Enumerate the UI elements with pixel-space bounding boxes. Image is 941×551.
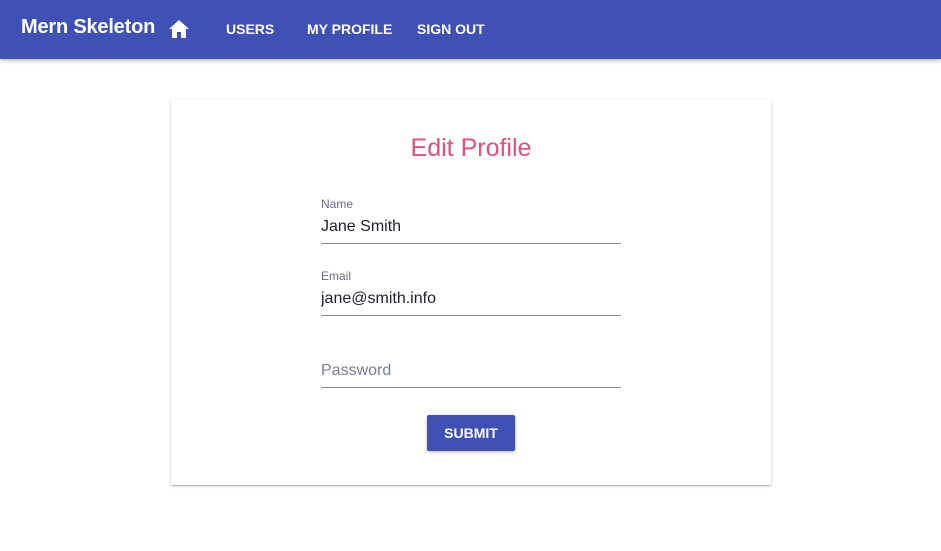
nav-users[interactable]: USERS <box>226 21 274 37</box>
nav-my-profile[interactable]: MY PROFILE <box>307 21 392 37</box>
home-button[interactable] <box>166 17 192 41</box>
name-input[interactable] <box>321 215 621 239</box>
email-input[interactable] <box>321 287 621 311</box>
app-bar: Mern Skeleton USERS MY PROFILE SIGN OUT <box>0 0 941 59</box>
email-underline <box>321 315 621 316</box>
home-icon <box>169 20 189 38</box>
edit-profile-card: Edit Profile Name Email SUBMIT <box>171 100 771 485</box>
page-title: Edit Profile <box>410 134 532 162</box>
submit-button[interactable]: SUBMIT <box>427 415 515 451</box>
name-underline <box>321 243 621 244</box>
app-title: Mern Skeleton <box>21 16 156 38</box>
password-underline <box>321 387 621 388</box>
password-input[interactable] <box>321 359 621 383</box>
nav-sign-out[interactable]: SIGN OUT <box>417 21 485 37</box>
name-label: Name <box>321 197 354 211</box>
email-label: Email <box>321 269 352 283</box>
